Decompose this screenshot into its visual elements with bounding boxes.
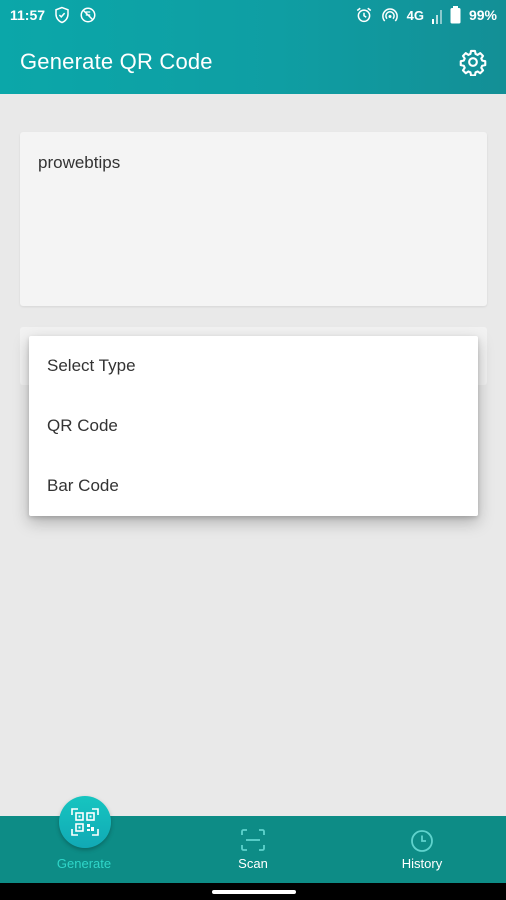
scan-frame-icon [241, 829, 265, 851]
option-bar-code[interactable]: Bar Code [29, 456, 478, 516]
status-bar: 11:57 4G 99% [0, 0, 506, 30]
option-select-type[interactable]: Select Type [29, 336, 478, 396]
nav-generate-label: Generate [56, 856, 112, 871]
shield-check-icon [53, 6, 71, 24]
hotspot-icon [381, 6, 399, 24]
nav-scan[interactable]: Scan [169, 816, 337, 883]
alarm-icon [355, 6, 373, 24]
option-qr-code[interactable]: QR Code [29, 396, 478, 456]
text-input[interactable]: prowebtips [38, 153, 120, 173]
nav-scan-label: Scan [238, 856, 268, 871]
page-title: Generate QR Code [20, 49, 213, 74]
network-type: 4G [406, 7, 424, 23]
clock-icon [411, 830, 433, 852]
toolbar: Generate QR Code [0, 30, 506, 94]
status-left: 11:57 [10, 6, 97, 24]
settings-button[interactable] [458, 47, 488, 77]
nav-history-label: History [401, 856, 443, 871]
status-time: 11:57 [10, 7, 46, 23]
qr-code-icon [71, 808, 99, 836]
app-bar: 11:57 4G 99% Generate QR Code [0, 0, 506, 94]
signal-icon [431, 6, 442, 24]
text-input-card[interactable]: prowebtips [20, 132, 487, 306]
generate-active-button[interactable] [59, 796, 111, 848]
nav-history[interactable]: History [338, 816, 506, 883]
status-right: 4G 99% [355, 6, 497, 24]
battery-percent: 99% [468, 7, 497, 23]
battery-icon [450, 6, 461, 24]
gear-icon [459, 49, 487, 76]
home-indicator[interactable] [212, 890, 296, 894]
data-saver-icon [79, 6, 97, 24]
type-dropdown-menu: Select Type QR Code Bar Code [29, 336, 478, 516]
